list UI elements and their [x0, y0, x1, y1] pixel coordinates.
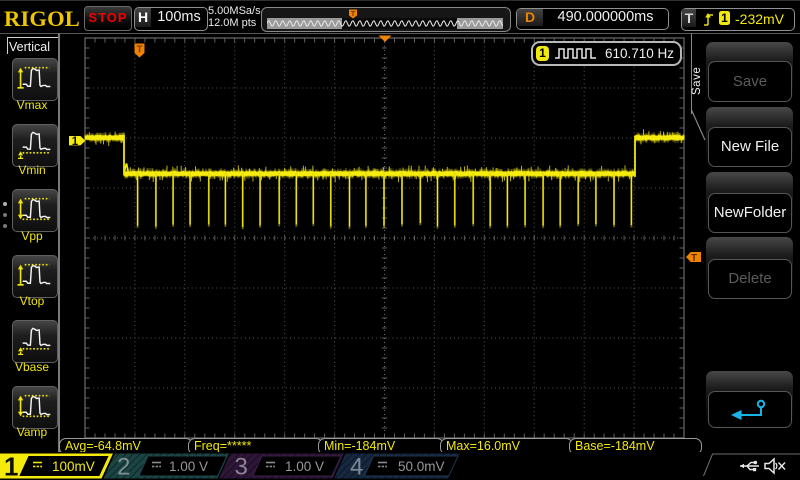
- svg-text:3: 3: [235, 454, 248, 480]
- svg-text:T: T: [136, 45, 142, 56]
- svg-text:1: 1: [4, 452, 18, 480]
- svg-text:1.00 V: 1.00 V: [169, 459, 208, 474]
- svg-text:2: 2: [117, 454, 130, 480]
- svg-text:1: 1: [72, 136, 79, 148]
- svg-text:100mV: 100mV: [52, 459, 95, 474]
- svg-text:1.00 V: 1.00 V: [285, 459, 324, 474]
- svg-text:T: T: [691, 253, 697, 264]
- svg-text:50.0mV: 50.0mV: [398, 459, 445, 474]
- svg-text:4: 4: [350, 454, 363, 480]
